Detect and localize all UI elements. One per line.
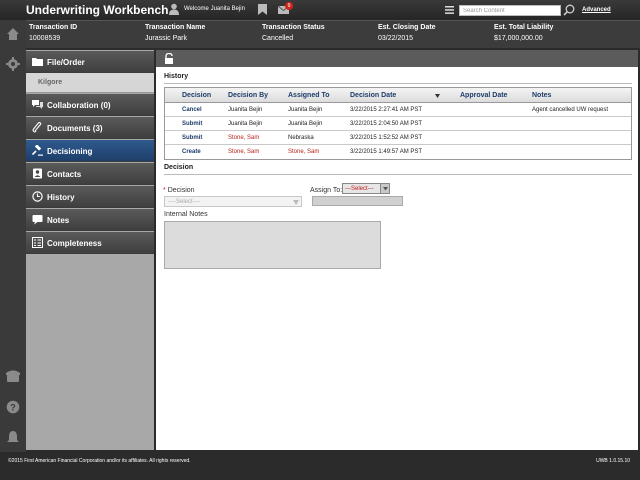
lock-icon[interactable] bbox=[164, 53, 174, 64]
app-title: Underwriting Workbench bbox=[26, 3, 169, 17]
required-mark: * bbox=[163, 187, 166, 194]
internal-notes-textarea[interactable] bbox=[164, 221, 381, 269]
transaction-summary-bar: Transaction ID 10008539 Transaction Name… bbox=[26, 20, 640, 48]
notes-icon bbox=[32, 215, 43, 225]
col-decision[interactable]: Decision bbox=[182, 92, 211, 99]
phone-icon[interactable] bbox=[6, 369, 20, 383]
top-header: Underwriting Workbench Welcome Juanita B… bbox=[0, 0, 640, 20]
decision-label-text: Decision bbox=[167, 187, 195, 194]
sidebar-item-file-order[interactable]: File/Order bbox=[26, 51, 154, 73]
collaboration-icon bbox=[32, 100, 43, 109]
chevron-down-icon bbox=[293, 200, 299, 205]
assigned-to-cell: Juanita Bejin bbox=[288, 121, 323, 127]
checklist-icon bbox=[32, 237, 43, 248]
decision-date-cell: 3/22/2015 1:52:52 AM PST bbox=[350, 135, 423, 141]
history-divider bbox=[164, 83, 632, 84]
decision-by-cell: Stone, Sam bbox=[228, 135, 260, 141]
mail-count-badge: 9 bbox=[285, 2, 293, 10]
col-approval-date[interactable]: Approval Date bbox=[460, 92, 507, 99]
sidebar-item-documents[interactable]: Documents (3) bbox=[26, 117, 154, 139]
history-table-header: Decision Decision By Assigned To Decisio… bbox=[165, 88, 631, 103]
sidebar-item-history[interactable]: History bbox=[26, 186, 154, 208]
paperclip-icon bbox=[32, 122, 42, 133]
assigned-to-cell: Stone, Sam bbox=[288, 149, 320, 155]
welcome-text: Welcome Juanita Bejin bbox=[184, 6, 245, 12]
help-icon[interactable]: ? bbox=[6, 400, 20, 414]
decision-by-cell: Stone, Sam bbox=[228, 149, 260, 155]
decision-select-value: ----Select---- bbox=[168, 199, 201, 205]
assign-select-value: ---Select--- bbox=[345, 186, 374, 192]
svg-text:?: ? bbox=[10, 403, 16, 413]
footer: ©2015 First American Financial Corporati… bbox=[0, 452, 640, 480]
assign-dropdown-button[interactable] bbox=[380, 184, 389, 193]
bell-icon[interactable] bbox=[6, 430, 20, 444]
menu-icon[interactable] bbox=[445, 6, 454, 14]
assigned-to-cell: Juanita Bejin bbox=[288, 107, 323, 113]
history-table: Decision Decision By Assigned To Decisio… bbox=[164, 87, 632, 160]
clock-icon bbox=[32, 191, 43, 202]
left-rail: ? bbox=[0, 20, 26, 452]
decision-divider bbox=[164, 174, 632, 175]
sidebar-item-collaboration[interactable]: Collaboration (0) bbox=[26, 94, 154, 116]
decision-link[interactable]: Cancel bbox=[182, 107, 202, 113]
decision-date-cell: 3/22/2015 1:49:57 AM PST bbox=[350, 149, 423, 155]
table-row: Cancel Juanita Bejin Juanita Bejin 3/22/… bbox=[165, 103, 631, 117]
history-section-title: History bbox=[164, 73, 189, 80]
main-toolbar bbox=[156, 50, 638, 67]
user-icon bbox=[169, 3, 179, 15]
gavel-icon bbox=[32, 145, 43, 156]
home-icon[interactable] bbox=[6, 27, 20, 41]
sidebar-item-completeness[interactable]: Completeness bbox=[26, 232, 154, 254]
main-panel: History Decision Decision By Assigned To… bbox=[156, 50, 638, 450]
decision-date-cell: 3/22/2015 2:04:50 AM PST bbox=[350, 121, 423, 127]
internal-notes-label: Internal Notes bbox=[164, 211, 208, 218]
search-input[interactable] bbox=[459, 5, 561, 16]
decision-date-cell: 3/22/2015 2:27:41 AM PST bbox=[350, 107, 423, 113]
folder-icon bbox=[32, 58, 43, 66]
sidebar-nav: File/Order Kilgore Collaboration (0) Doc… bbox=[26, 50, 154, 450]
sidebar-item-notes[interactable]: Notes bbox=[26, 209, 154, 231]
copyright-text: ©2015 First American Financial Corporati… bbox=[8, 458, 191, 464]
col-decision-by[interactable]: Decision By bbox=[228, 92, 268, 99]
decision-select[interactable]: ----Select---- bbox=[164, 196, 302, 207]
search-icon[interactable] bbox=[563, 4, 575, 16]
col-decision-date[interactable]: Decision Date bbox=[350, 92, 396, 99]
version-text: UWB 1.0.15.10 bbox=[596, 458, 630, 464]
sidebar-subitem-kilgore[interactable]: Kilgore bbox=[26, 73, 154, 93]
sort-desc-icon[interactable] bbox=[435, 94, 440, 98]
col-notes[interactable]: Notes bbox=[532, 92, 551, 99]
advanced-search-link[interactable]: Advanced bbox=[582, 7, 611, 13]
sidebar-item-contacts[interactable]: Contacts bbox=[26, 163, 154, 185]
decision-section-title: Decision bbox=[164, 164, 194, 171]
notes-cell: Agent cancelled UW request bbox=[532, 107, 609, 113]
decision-link[interactable]: Submit bbox=[182, 121, 202, 127]
settings-icon[interactable] bbox=[6, 57, 20, 71]
decision-by-cell: Juanita Bejin bbox=[228, 107, 263, 113]
decision-link[interactable]: Submit bbox=[182, 135, 202, 141]
decision-by-cell: Juanita Bejin bbox=[228, 121, 263, 127]
assigned-to-cell: Nebraska bbox=[288, 135, 314, 141]
decision-link[interactable]: Create bbox=[182, 149, 201, 155]
bookmark-icon[interactable] bbox=[258, 4, 267, 15]
col-assigned-to[interactable]: Assigned To bbox=[288, 92, 329, 99]
table-row: Create Stone, Sam Stone, Sam 3/22/2015 1… bbox=[165, 145, 631, 159]
chevron-down-icon bbox=[383, 187, 388, 191]
assign-to-select[interactable]: ---Select--- bbox=[342, 183, 390, 194]
sidebar-item-decisioning[interactable]: Decisioning bbox=[26, 140, 154, 162]
table-row: Submit Juanita Bejin Juanita Bejin 3/22/… bbox=[165, 117, 631, 131]
decision-field-label: * Decision bbox=[163, 187, 195, 194]
assign-to-readonly-field bbox=[312, 196, 403, 206]
assign-to-label: Assign To: bbox=[310, 187, 343, 194]
contacts-icon bbox=[33, 168, 42, 179]
table-row: Submit Stone, Sam Nebraska 3/22/2015 1:5… bbox=[165, 131, 631, 145]
